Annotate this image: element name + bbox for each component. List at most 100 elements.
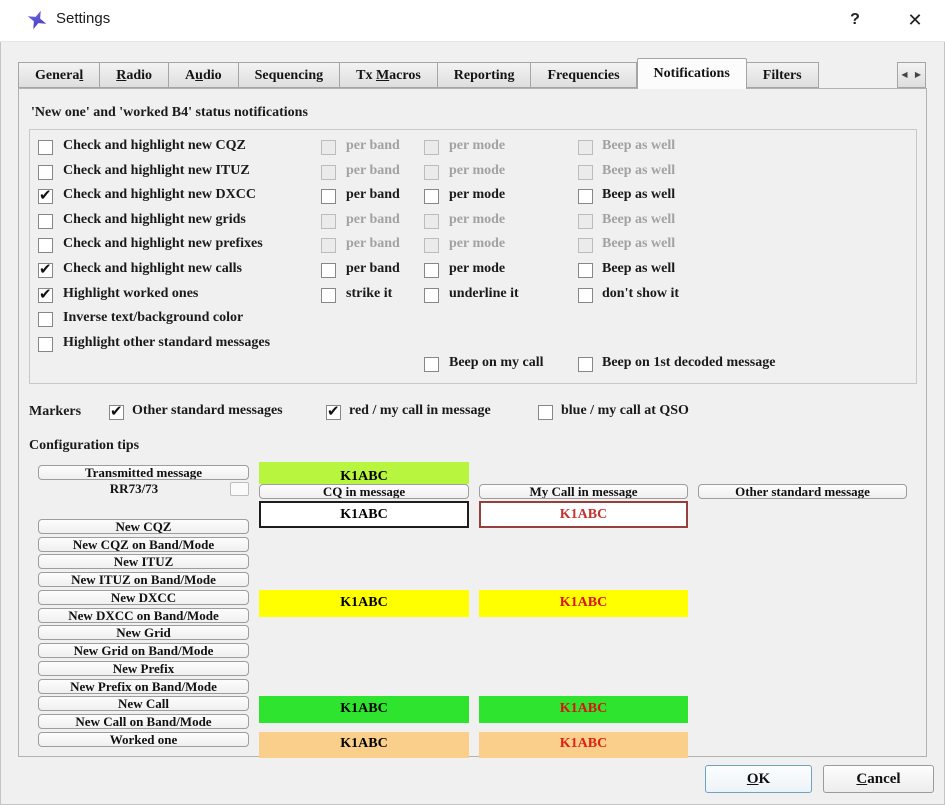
button-new-prefix[interactable]: New Prefix — [38, 661, 249, 676]
label-beep-as-well: Beep as well — [602, 212, 675, 228]
checkbox-new-prefixes-per-mode — [424, 238, 439, 253]
button-new-call-band-mode[interactable]: New Call on Band/Mode — [38, 714, 249, 729]
checkbox-new-dxcc-per-band[interactable] — [321, 189, 336, 204]
swatch-new-dxcc-mycall: K1ABC — [479, 590, 688, 617]
button-worked-one[interactable]: Worked one — [38, 732, 249, 747]
tab-frequencies[interactable]: Frequencies — [531, 62, 636, 88]
checkbox-beep-1st-decoded[interactable] — [578, 357, 593, 372]
settings-window: { "window": { "title": "Settings", "help… — [0, 0, 945, 805]
help-button[interactable]: ? — [838, 6, 872, 34]
label-per-band: per band — [346, 163, 400, 179]
button-new-dxcc-band-mode[interactable]: New DXCC on Band/Mode — [38, 608, 249, 623]
checkbox-new-ituz-per-mode — [424, 165, 439, 180]
tab-radio[interactable]: Radio — [100, 62, 169, 88]
checkbox-underline-it[interactable] — [424, 288, 439, 303]
app-icon — [26, 9, 48, 31]
label-underline-it: underline it — [449, 286, 519, 302]
button-my-call-in-message[interactable]: My Call in message — [479, 484, 688, 499]
label-dont-show-it: don't show it — [602, 286, 679, 302]
checkbox-new-dxcc-per-mode[interactable] — [424, 189, 439, 204]
label-per-mode: per mode — [449, 138, 505, 154]
label-other-standard-messages: Other standard messages — [132, 403, 283, 419]
swatch-new-call-mycall: K1ABC — [479, 696, 688, 723]
checkbox-new-dxcc[interactable] — [38, 189, 53, 204]
button-other-standard-message[interactable]: Other standard message — [698, 484, 907, 499]
label-beep-as-well: Beep as well — [602, 163, 675, 179]
swatch-new-dxcc-cq: K1ABC — [259, 590, 469, 617]
label-per-band: per band — [346, 261, 400, 277]
checkbox-beep-on-my-call[interactable] — [424, 357, 439, 372]
close-icon[interactable]: ✕ — [898, 6, 932, 34]
checkbox-new-ituz-per-band — [321, 165, 336, 180]
label-beep-as-well: Beep as well — [602, 261, 675, 277]
status-notifications-group: 'New one' and 'worked B4' status notific… — [29, 99, 917, 384]
swatch-worked-one-cq: K1ABC — [259, 732, 469, 758]
label-highlight-other-standard: Highlight other standard messages — [63, 335, 270, 351]
checkbox-highlight-worked[interactable] — [38, 288, 53, 303]
window-title: Settings — [56, 10, 110, 27]
label-per-band: per band — [346, 236, 400, 252]
label-per-mode: per mode — [449, 261, 505, 277]
tab-scroll-right-icon[interactable]: ▶ — [911, 62, 926, 88]
swatch-cq-in-message: K1ABC — [259, 501, 469, 528]
checkbox-new-calls-per-band[interactable] — [321, 263, 336, 278]
checkbox-new-grids[interactable] — [38, 214, 53, 229]
checkbox-new-calls-per-mode[interactable] — [424, 263, 439, 278]
tab-notifications[interactable]: Notifications — [637, 58, 747, 89]
checkbox-red-my-call-in-message[interactable] — [326, 405, 341, 420]
checkbox-new-prefixes-per-band — [321, 238, 336, 253]
button-new-dxcc[interactable]: New DXCC — [38, 590, 249, 605]
notifications-tab-pane: 'New one' and 'worked B4' status notific… — [18, 88, 927, 757]
checkbox-blue-my-call-at-qso[interactable] — [538, 405, 553, 420]
button-new-ituz-band-mode[interactable]: New ITUZ on Band/Mode — [38, 572, 249, 587]
checkbox-other-standard-messages[interactable] — [109, 405, 124, 420]
tab-tx-macros[interactable]: Tx Macros — [340, 62, 438, 88]
checkbox-new-ituz-beep — [578, 165, 593, 180]
checkbox-highlight-other-standard[interactable] — [38, 337, 53, 352]
cancel-button[interactable]: Cancel — [823, 765, 934, 793]
row-beep-options: Beep on my call Beep on 1st decoded mess… — [29, 357, 917, 374]
label-per-band: per band — [346, 187, 400, 203]
configuration-tips-label: Configuration tips — [29, 438, 139, 454]
row-new-prefixes: Check and highlight new prefixes per ban… — [29, 238, 917, 255]
checkbox-new-prefixes[interactable] — [38, 238, 53, 253]
checkbox-new-dxcc-beep[interactable] — [578, 189, 593, 204]
label-highlight-worked: Highlight worked ones — [63, 286, 198, 302]
button-new-cqz[interactable]: New CQZ — [38, 519, 249, 534]
checkbox-inverse-colors[interactable] — [38, 312, 53, 327]
row-new-grids: Check and highlight new grids per band p… — [29, 214, 917, 231]
checkbox-new-ituz[interactable] — [38, 165, 53, 180]
button-new-grid-band-mode[interactable]: New Grid on Band/Mode — [38, 643, 249, 658]
checkbox-new-calls[interactable] — [38, 263, 53, 278]
tab-bar: General Radio Audio Sequencing Tx Macros… — [18, 58, 819, 89]
label-per-mode: per mode — [449, 163, 505, 179]
button-rr73[interactable]: RR73/73 — [38, 482, 230, 497]
tab-reporting[interactable]: Reporting — [438, 62, 532, 88]
button-new-call[interactable]: New Call — [38, 696, 249, 711]
tab-sequencing[interactable]: Sequencing — [239, 62, 340, 88]
label-new-prefixes: Check and highlight new prefixes — [63, 236, 263, 252]
checkbox-dont-show-it[interactable] — [578, 288, 593, 303]
checkbox-new-calls-beep[interactable] — [578, 263, 593, 278]
label-beep-1st-decoded: Beep on 1st decoded message — [602, 355, 775, 371]
label-red-my-call-in-message: red / my call in message — [349, 403, 491, 419]
checkbox-new-grids-per-band — [321, 214, 336, 229]
button-transmitted-message[interactable]: Transmitted message — [38, 465, 249, 480]
button-new-cqz-band-mode[interactable]: New CQZ on Band/Mode — [38, 537, 249, 552]
button-new-ituz[interactable]: New ITUZ — [38, 554, 249, 569]
button-cq-in-message[interactable]: CQ in message — [259, 484, 469, 499]
checkbox-new-cqz[interactable] — [38, 140, 53, 155]
markers-label: Markers — [29, 404, 81, 420]
tab-filters[interactable]: Filters — [747, 62, 819, 88]
tab-scroll-left-icon[interactable]: ◀ — [897, 62, 912, 88]
label-new-grids: Check and highlight new grids — [63, 212, 246, 228]
row-other-standard: Highlight other standard messages — [29, 337, 917, 354]
tab-audio[interactable]: Audio — [169, 62, 239, 88]
rr73-counter-box[interactable] — [230, 482, 249, 496]
tab-general[interactable]: General — [18, 62, 100, 88]
button-new-prefix-band-mode[interactable]: New Prefix on Band/Mode — [38, 679, 249, 694]
checkbox-strike-it[interactable] — [321, 288, 336, 303]
button-new-grid[interactable]: New Grid — [38, 625, 249, 640]
label-beep-on-my-call: Beep on my call — [449, 355, 544, 371]
ok-button[interactable]: OK — [705, 765, 812, 793]
